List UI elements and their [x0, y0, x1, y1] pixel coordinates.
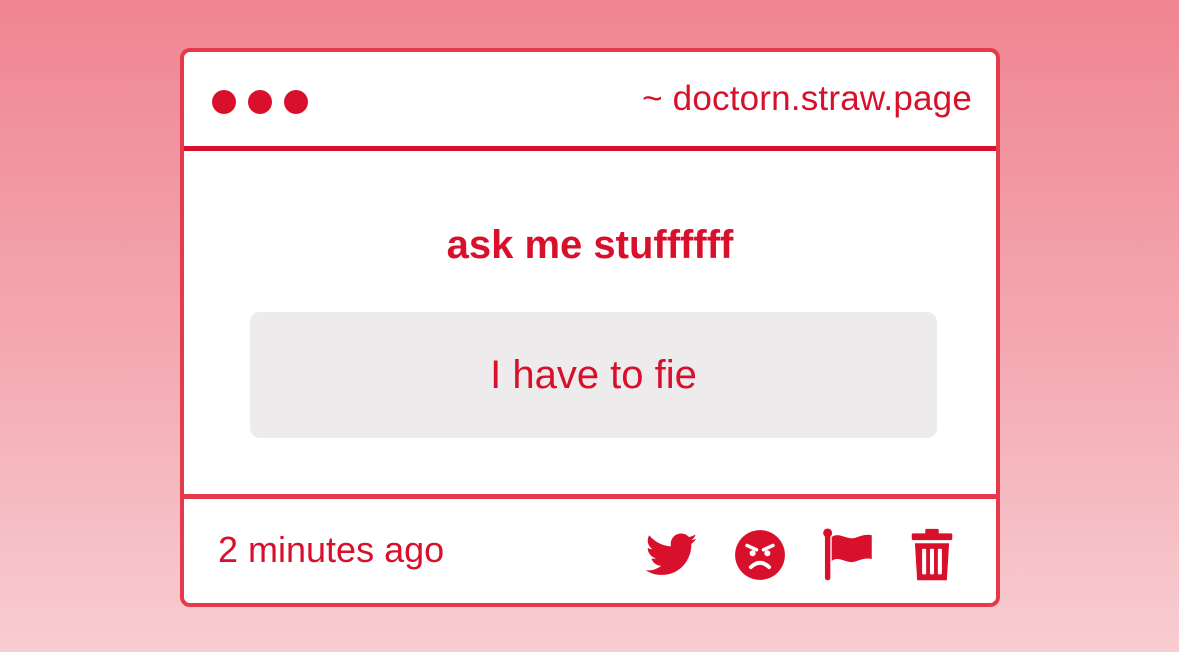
window-dot-maximize[interactable]: [284, 90, 308, 114]
share-twitter-button[interactable]: [644, 527, 700, 583]
card-footer: 2 minutes ago: [184, 494, 996, 603]
main-content: ask me stuffffff I have to fie: [184, 151, 996, 494]
window-dot-minimize[interactable]: [248, 90, 272, 114]
flag-icon: [823, 528, 872, 581]
timestamp: 2 minutes ago: [218, 529, 445, 570]
delete-button[interactable]: [904, 527, 960, 583]
window-controls: [212, 90, 308, 114]
page-title: ask me stuffffff: [446, 223, 734, 267]
angry-face-icon: [735, 530, 785, 580]
trash-icon: [911, 528, 953, 581]
question-box: I have to fie: [250, 312, 937, 438]
ask-card: ~ doctorn.straw.page ask me stuffffff I …: [180, 48, 1000, 607]
twitter-icon: [646, 533, 698, 575]
action-bar: [644, 527, 964, 583]
block-user-button[interactable]: [732, 527, 788, 583]
window-dot-close[interactable]: [212, 90, 236, 114]
page-url: ~ doctorn.straw.page: [642, 79, 972, 118]
window-titlebar: ~ doctorn.straw.page: [184, 52, 996, 151]
question-text: I have to fie: [490, 352, 697, 397]
report-button[interactable]: [819, 527, 875, 583]
